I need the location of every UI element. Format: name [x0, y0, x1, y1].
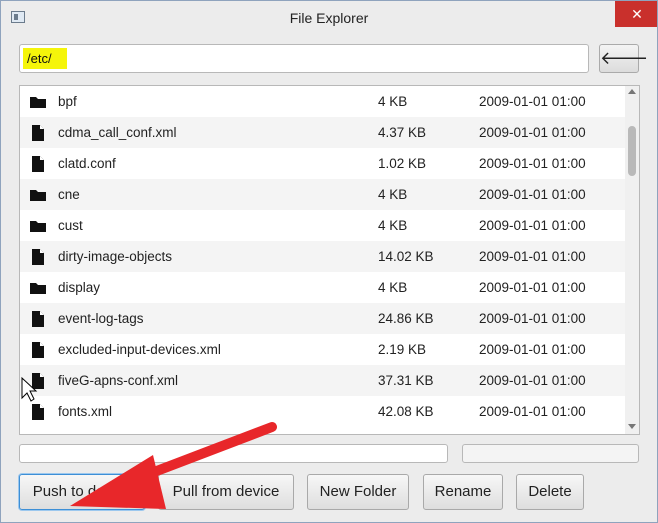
- progress-field: [462, 444, 639, 463]
- file-size: 1.02 KB: [378, 156, 427, 171]
- close-button[interactable]: ✕: [615, 1, 657, 27]
- file-date: 2009-01-01 01:00: [479, 249, 586, 264]
- folder-icon: [30, 280, 46, 296]
- file-row[interactable]: fiveG-apns-conf.xml 37.31 KB 2009-01-01 01…: [20, 365, 626, 396]
- title-bar[interactable]: File Explorer: [1, 1, 657, 35]
- file-icon: [30, 342, 46, 358]
- file-size: 37.31 KB: [378, 373, 434, 388]
- file-size: 4 KB: [378, 280, 408, 295]
- file-row[interactable]: dirty-image-objects 14.02 KB 2009-01-01 01…: [20, 241, 626, 272]
- file-icon: [30, 311, 46, 327]
- file-size: 4 KB: [378, 94, 408, 109]
- file-date: 2009-01-01 01:00: [479, 156, 586, 171]
- path-input[interactable]: /etc/: [19, 44, 589, 73]
- file-name: cdma_call_conf.xml: [58, 125, 177, 140]
- path-input-value: /etc/: [23, 48, 67, 69]
- file-row[interactable]: fonts.xml 42.08 KB 2009-01-01 01:00: [20, 396, 626, 427]
- file-date: 2009-01-01 01:00: [479, 373, 586, 388]
- delete-button[interactable]: Delete: [516, 474, 584, 510]
- file-size: 24.86 KB: [378, 311, 434, 326]
- file-size: 4.37 KB: [378, 125, 427, 140]
- file-date: 2009-01-01 01:00: [479, 94, 586, 109]
- file-icon: [30, 373, 46, 389]
- file-list[interactable]: fonts.xml 42.08 KB 2009-01-01 01:00 fiveG-a…: [19, 85, 640, 435]
- folder-icon: [30, 94, 46, 110]
- file-name: fiveG-apns-conf.xml: [58, 373, 179, 388]
- file-row[interactable]: cdma_call_conf.xml 4.37 KB 2009-01-01 01:0…: [20, 117, 626, 148]
- file-name: fonts.xml: [58, 404, 113, 419]
- file-size: 2.19 KB: [378, 342, 427, 357]
- pull-from-device-button[interactable]: Pull from device: [158, 474, 294, 510]
- file-size: 42.08 KB: [378, 404, 434, 419]
- file-date: 2009-01-01 01:00: [479, 125, 586, 140]
- file-name: cust: [58, 218, 83, 233]
- file-row[interactable]: cust 4 KB 2009-01-01 01:00: [20, 210, 626, 241]
- vertical-scrollbar[interactable]: [625, 86, 639, 434]
- file-name: clatd.conf: [58, 156, 116, 171]
- folder-icon: [30, 187, 46, 203]
- push-to-device-button[interactable]: Push to device: [19, 474, 145, 510]
- file-row[interactable]: cne 4 KB 2009-01-01 01:00: [20, 179, 626, 210]
- file-date: 2009-01-01 01:00: [479, 280, 586, 295]
- file-icon: [30, 125, 46, 141]
- folder-icon: [30, 218, 46, 234]
- file-date: 2009-01-01 01:00: [479, 404, 586, 419]
- file-explorer-window: File Explorer ✕ /etc/ 🡐 fonts.xml 42.08 K…: [0, 0, 658, 523]
- scrollbar-thumb[interactable]: [628, 126, 636, 176]
- new-folder-button[interactable]: New Folder: [307, 474, 409, 510]
- file-date: 2009-01-01 01:00: [479, 342, 586, 357]
- file-name: bpf: [58, 94, 77, 109]
- file-icon: [30, 249, 46, 265]
- file-row[interactable]: display 4 KB 2009-01-01 01:00: [20, 272, 626, 303]
- file-row[interactable]: clatd.conf 1.02 KB 2009-01-01 01:00: [20, 148, 626, 179]
- file-size: 14.02 KB: [378, 249, 434, 264]
- file-row[interactable]: excluded-input-devices.xml 2.19 KB 2009-01…: [20, 334, 626, 365]
- file-icon: [30, 404, 46, 420]
- window-title: File Explorer: [289, 10, 369, 26]
- scroll-down-icon[interactable]: [628, 424, 636, 429]
- file-name: dirty-image-objects: [58, 249, 173, 264]
- file-date: 2009-01-01 01:00: [479, 311, 586, 326]
- back-button[interactable]: 🡐: [599, 44, 648, 73]
- file-size: 4 KB: [378, 218, 408, 233]
- file-name: cne: [58, 187, 80, 202]
- file-name: excluded-input-devices.xml: [58, 342, 221, 357]
- arrow-left-icon: 🡐: [600, 48, 649, 68]
- file-date: 2009-01-01 01:00: [479, 218, 586, 233]
- file-row[interactable]: bpf 4 KB 2009-01-01 01:00: [20, 86, 626, 117]
- file-size: 4 KB: [378, 187, 408, 202]
- file-row[interactable]: event-log-tags 24.86 KB 2009-01-01 01:00: [20, 303, 626, 334]
- rename-button[interactable]: Rename: [423, 474, 503, 510]
- status-field: [19, 444, 448, 463]
- file-date: 2009-01-01 01:00: [479, 187, 586, 202]
- file-icon: [30, 156, 46, 172]
- scroll-up-icon[interactable]: [628, 89, 636, 94]
- file-name: display: [58, 280, 101, 295]
- file-name: event-log-tags: [58, 311, 144, 326]
